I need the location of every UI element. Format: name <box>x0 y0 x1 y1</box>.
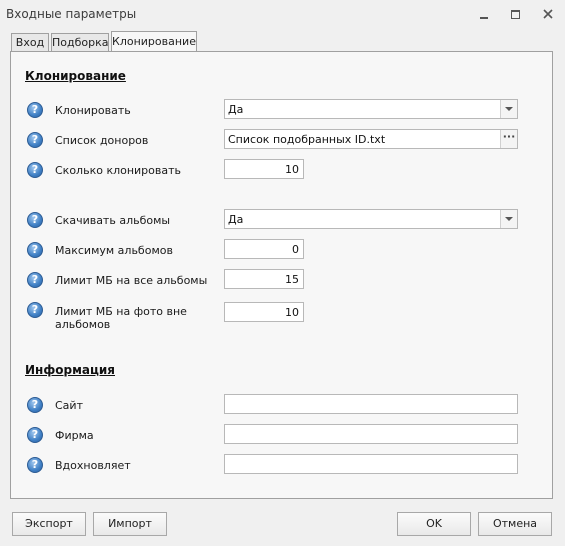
section-title-cloning: Клонирование <box>25 69 126 83</box>
tab-input[interactable]: Вход <box>11 33 49 51</box>
tab-panel-cloning: Клонирование ? Клонировать Да ? Список д… <box>10 51 553 499</box>
mb-limit-photos-input[interactable]: 10 <box>224 302 304 322</box>
title-bar: Входные параметры <box>0 0 565 28</box>
help-icon[interactable]: ? <box>27 162 43 178</box>
help-icon[interactable]: ? <box>27 457 43 473</box>
donor-list-file-field[interactable]: Список подобранных ID.txt ··· <box>224 129 518 149</box>
clone-count-label: Сколько клонировать <box>55 164 182 177</box>
mb-limit-photos-label-line2: альбомов <box>55 318 111 331</box>
export-button[interactable]: Экспорт <box>12 512 86 536</box>
help-icon[interactable]: ? <box>27 242 43 258</box>
max-albums-input[interactable]: 0 <box>224 239 304 259</box>
tab-selection[interactable]: Подборка <box>51 33 109 51</box>
ok-button[interactable]: OK <box>397 512 471 536</box>
company-label: Фирма <box>55 429 94 442</box>
mb-limit-albums-input[interactable]: 15 <box>224 269 304 289</box>
clone-count-value: 10 <box>285 163 299 176</box>
clone-select-value: Да <box>228 103 244 116</box>
help-icon[interactable]: ? <box>27 102 43 118</box>
mb-limit-albums-label: Лимит МБ на все альбомы <box>55 274 208 287</box>
inspired-by-input[interactable] <box>224 454 518 474</box>
help-icon[interactable]: ? <box>27 427 43 443</box>
help-icon[interactable]: ? <box>27 272 43 288</box>
max-albums-value: 0 <box>292 243 299 256</box>
chevron-down-icon[interactable] <box>500 100 517 118</box>
mb-limit-photos-label: Лимит МБ на фото вне альбомов <box>55 305 187 331</box>
import-button[interactable]: Импорт <box>93 512 167 536</box>
site-input[interactable] <box>224 394 518 414</box>
donor-list-label: Список доноров <box>55 134 149 147</box>
site-label: Сайт <box>55 399 83 412</box>
max-albums-label: Максимум альбомов <box>55 244 173 257</box>
help-icon[interactable]: ? <box>27 302 43 318</box>
download-albums-label: Скачивать альбомы <box>55 214 171 227</box>
ellipsis-icon[interactable]: ··· <box>500 130 517 148</box>
clone-select[interactable]: Да <box>224 99 518 119</box>
chevron-down-icon[interactable] <box>500 210 517 228</box>
minimize-icon[interactable] <box>477 6 493 22</box>
download-albums-value: Да <box>228 213 244 226</box>
help-icon[interactable]: ? <box>27 397 43 413</box>
section-title-info: Информация <box>25 363 115 377</box>
donor-list-value: Список подобранных ID.txt <box>228 133 386 146</box>
mb-limit-photos-value: 10 <box>285 306 299 319</box>
mb-limit-albums-value: 15 <box>285 273 299 286</box>
clone-count-input[interactable]: 10 <box>224 159 304 179</box>
company-input[interactable] <box>224 424 518 444</box>
inspired-by-label: Вдохновляет <box>55 459 131 472</box>
window-title: Входные параметры <box>6 7 137 21</box>
maximize-icon[interactable] <box>508 6 524 22</box>
close-icon[interactable] <box>540 6 556 22</box>
help-icon[interactable]: ? <box>27 132 43 148</box>
clone-label: Клонировать <box>55 104 131 117</box>
mb-limit-photos-label-line1: Лимит МБ на фото вне <box>55 305 187 318</box>
cancel-button[interactable]: Отмена <box>478 512 552 536</box>
help-icon[interactable]: ? <box>27 212 43 228</box>
dialog-window: Входные параметры Вход Подборка Клониров… <box>0 0 565 546</box>
download-albums-select[interactable]: Да <box>224 209 518 229</box>
tab-cloning[interactable]: Клонирование <box>111 31 197 52</box>
